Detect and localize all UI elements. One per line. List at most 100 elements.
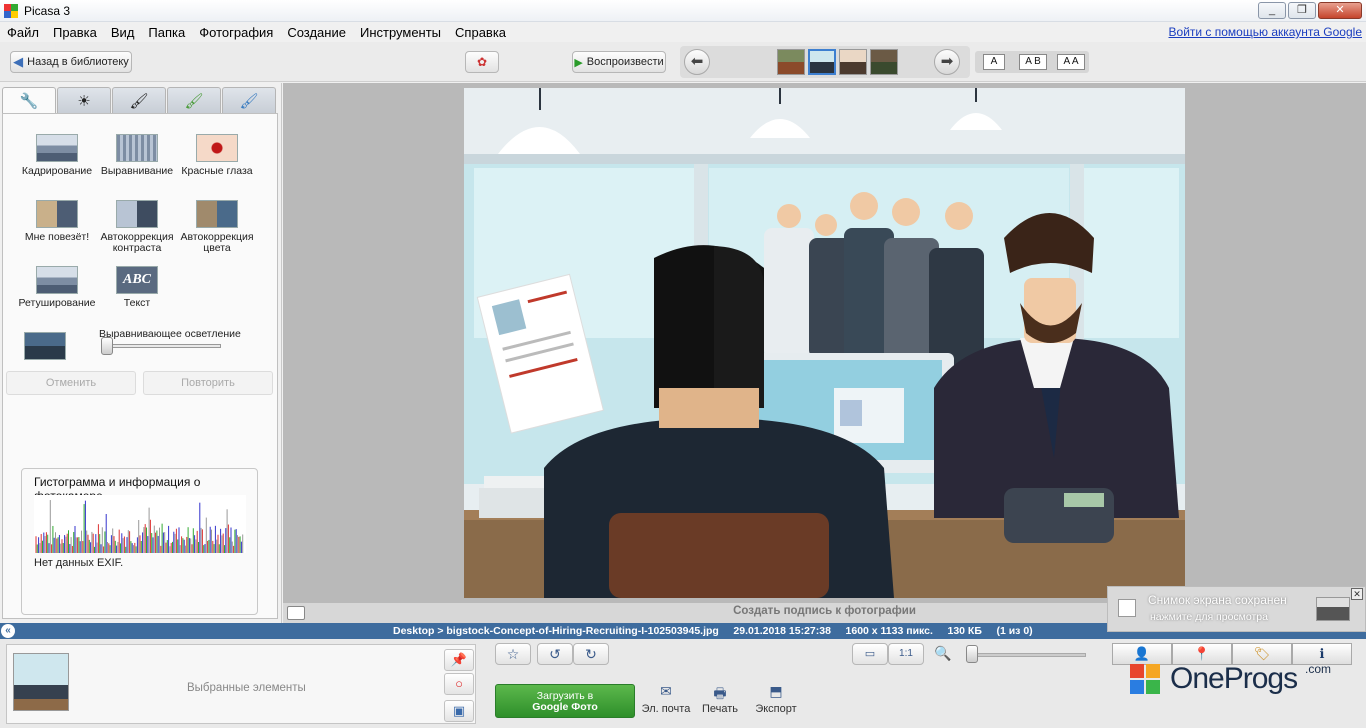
next-photo-button[interactable]: ➡ bbox=[934, 49, 960, 75]
menu-file[interactable]: Файл bbox=[0, 25, 46, 40]
photo-canvas[interactable] bbox=[464, 88, 1185, 598]
zoom-icon: 🔍 bbox=[934, 645, 952, 661]
view-single-button[interactable]: A bbox=[983, 54, 1005, 70]
rotate-right-button[interactable]: ↻ bbox=[573, 643, 609, 665]
redeye-tool[interactable]: Красные глаза bbox=[175, 134, 259, 177]
edit-tabs: 🔧 ☀ 🖌 🖌 🖌 bbox=[2, 87, 277, 114]
feeling-lucky-tool[interactable]: Мне повезёт! bbox=[15, 200, 99, 243]
straighten-icon bbox=[116, 134, 158, 162]
undo-button[interactable]: Отменить bbox=[6, 371, 136, 395]
view-before-after-button[interactable]: A A bbox=[1057, 54, 1085, 70]
fill-light-track[interactable] bbox=[105, 344, 221, 348]
fill-light-preview bbox=[15, 332, 75, 364]
straighten-tool[interactable]: Выравнивание bbox=[95, 134, 179, 177]
tab-effects-3[interactable]: 🖌 bbox=[222, 87, 276, 113]
collapse-panel-icon[interactable]: « bbox=[1, 624, 15, 638]
auto-color-label: Автокоррекция цвета bbox=[180, 231, 254, 254]
logo-square bbox=[1146, 680, 1160, 694]
retouch-tool[interactable]: Ретуширование bbox=[15, 266, 99, 309]
tab-tuning[interactable]: ☀ bbox=[57, 87, 111, 113]
window-title: Picasa 3 bbox=[24, 3, 71, 18]
photo-tray: Выбранные элементы 📌 ○ ▣ bbox=[6, 644, 476, 724]
fill-light-label: Выравнивающее осветление bbox=[99, 328, 241, 340]
crop-icon bbox=[36, 134, 78, 162]
tab-effects[interactable]: 🖌 bbox=[112, 87, 166, 113]
menu-create[interactable]: Создание bbox=[280, 25, 353, 40]
menu-folder[interactable]: Папка bbox=[141, 25, 192, 40]
basic-fixes-page: Кадрирование Выравнивание Красные глаза … bbox=[2, 113, 278, 619]
oneprogs-watermark: OneProgs .com bbox=[1130, 658, 1360, 698]
exif-info: Нет данных EXIF. bbox=[34, 557, 124, 569]
hiring-illustration bbox=[464, 88, 1185, 598]
print-button[interactable]: 🖶 Печать bbox=[690, 683, 750, 715]
rotate-left-icon: ↺ bbox=[549, 646, 561, 662]
menu-tools[interactable]: Инструменты bbox=[353, 25, 448, 40]
fill-light-slider[interactable] bbox=[101, 337, 113, 355]
blue-brush-icon: 🖌 bbox=[239, 92, 259, 110]
circle-icon: ○ bbox=[455, 676, 463, 691]
envelope-icon: ✉ bbox=[660, 683, 672, 699]
green-brush-icon: 🖌 bbox=[184, 92, 204, 110]
crop-tool[interactable]: Кадрирование bbox=[15, 134, 99, 177]
hold-button[interactable]: 📌 bbox=[444, 649, 474, 671]
text-tool[interactable]: ABC Текст bbox=[95, 266, 179, 309]
tab-effects-2[interactable]: 🖌 bbox=[167, 87, 221, 113]
redo-button[interactable]: Повторить bbox=[143, 371, 273, 395]
minimize-button[interactable]: _ bbox=[1258, 2, 1286, 19]
notification-title: Снимок экрана сохранен bbox=[1148, 593, 1287, 607]
fit-button[interactable]: ▭ bbox=[852, 643, 888, 665]
clear-tray-button[interactable]: ○ bbox=[444, 673, 474, 695]
email-button[interactable]: ✉ Эл. почта bbox=[636, 683, 696, 715]
screenshot-notification[interactable]: Снимок экрана сохранен нажмите для просм… bbox=[1107, 586, 1366, 632]
share-button[interactable]: ✿ bbox=[465, 51, 499, 73]
back-arrow-icon: ◀ bbox=[13, 54, 24, 69]
printer-icon: 🖶 bbox=[713, 685, 727, 701]
filmstrip-thumb[interactable] bbox=[839, 49, 867, 75]
auto-contrast-tool[interactable]: Автокоррекция контраста bbox=[95, 200, 179, 254]
wrench-icon: 🔧 bbox=[19, 93, 39, 110]
tab-basic-fixes[interactable]: 🔧 bbox=[2, 87, 56, 114]
play-slideshow-button[interactable]: ▶ Воспроизвести bbox=[572, 51, 666, 73]
zoom-track[interactable] bbox=[970, 653, 1086, 657]
title-bar: Picasa 3 _ ❐ ✕ bbox=[0, 0, 1366, 22]
logo-square bbox=[1130, 664, 1144, 678]
add-to-album-button[interactable]: ▣ bbox=[444, 700, 474, 722]
photo-viewer bbox=[283, 83, 1366, 603]
menu-help[interactable]: Справка bbox=[448, 25, 513, 40]
menu-edit[interactable]: Правка bbox=[46, 25, 104, 40]
menu-picture[interactable]: Фотография bbox=[192, 25, 280, 40]
text-label: Текст bbox=[123, 297, 151, 309]
rotate-left-button[interactable]: ↺ bbox=[537, 643, 573, 665]
tray-thumbnail[interactable] bbox=[13, 653, 69, 711]
filmstrip-thumb-selected[interactable] bbox=[808, 49, 836, 75]
maximize-button[interactable]: ❐ bbox=[1288, 2, 1316, 19]
star-icon: ☆ bbox=[506, 646, 520, 662]
upload-google-photos-button[interactable]: Загрузить в Google Фото bbox=[495, 684, 635, 718]
redeye-label: Красные глаза bbox=[181, 165, 253, 177]
close-button[interactable]: ✕ bbox=[1318, 2, 1362, 19]
watermark-name: OneProgs bbox=[1170, 662, 1298, 695]
filmstrip-thumb[interactable] bbox=[777, 49, 805, 75]
email-label: Эл. почта bbox=[641, 703, 691, 715]
export-icon: ⬒ bbox=[769, 683, 783, 699]
zoom-slider[interactable] bbox=[966, 645, 978, 663]
picasa-logo-icon bbox=[4, 3, 18, 18]
view-compare-button[interactable]: A B bbox=[1019, 54, 1047, 70]
fill-light-icon bbox=[24, 332, 66, 360]
star-button[interactable]: ☆ bbox=[495, 643, 531, 665]
back-to-library-label: Назад в библиотеку bbox=[27, 56, 129, 68]
filmstrip-thumb[interactable] bbox=[870, 49, 898, 75]
notification-thumbnail bbox=[1316, 597, 1350, 621]
picasa-small-icon bbox=[1118, 599, 1136, 617]
google-signin-link[interactable]: Войти с помощью аккаунта Google bbox=[1169, 25, 1362, 39]
back-to-library-button[interactable]: ◀ Назад в библиотеку bbox=[10, 51, 132, 73]
actual-size-button[interactable]: 1:1 bbox=[888, 643, 924, 665]
notification-close-icon[interactable]: ✕ bbox=[1351, 588, 1363, 600]
export-button[interactable]: ⬒ Экспорт bbox=[746, 683, 806, 715]
print-label: Печать bbox=[701, 703, 739, 715]
album-icon: ▣ bbox=[452, 703, 466, 718]
menu-view[interactable]: Вид bbox=[104, 25, 142, 40]
auto-contrast-icon bbox=[116, 200, 158, 228]
prev-photo-button[interactable]: ⬅ bbox=[684, 49, 710, 75]
auto-color-tool[interactable]: Автокоррекция цвета bbox=[175, 200, 259, 254]
